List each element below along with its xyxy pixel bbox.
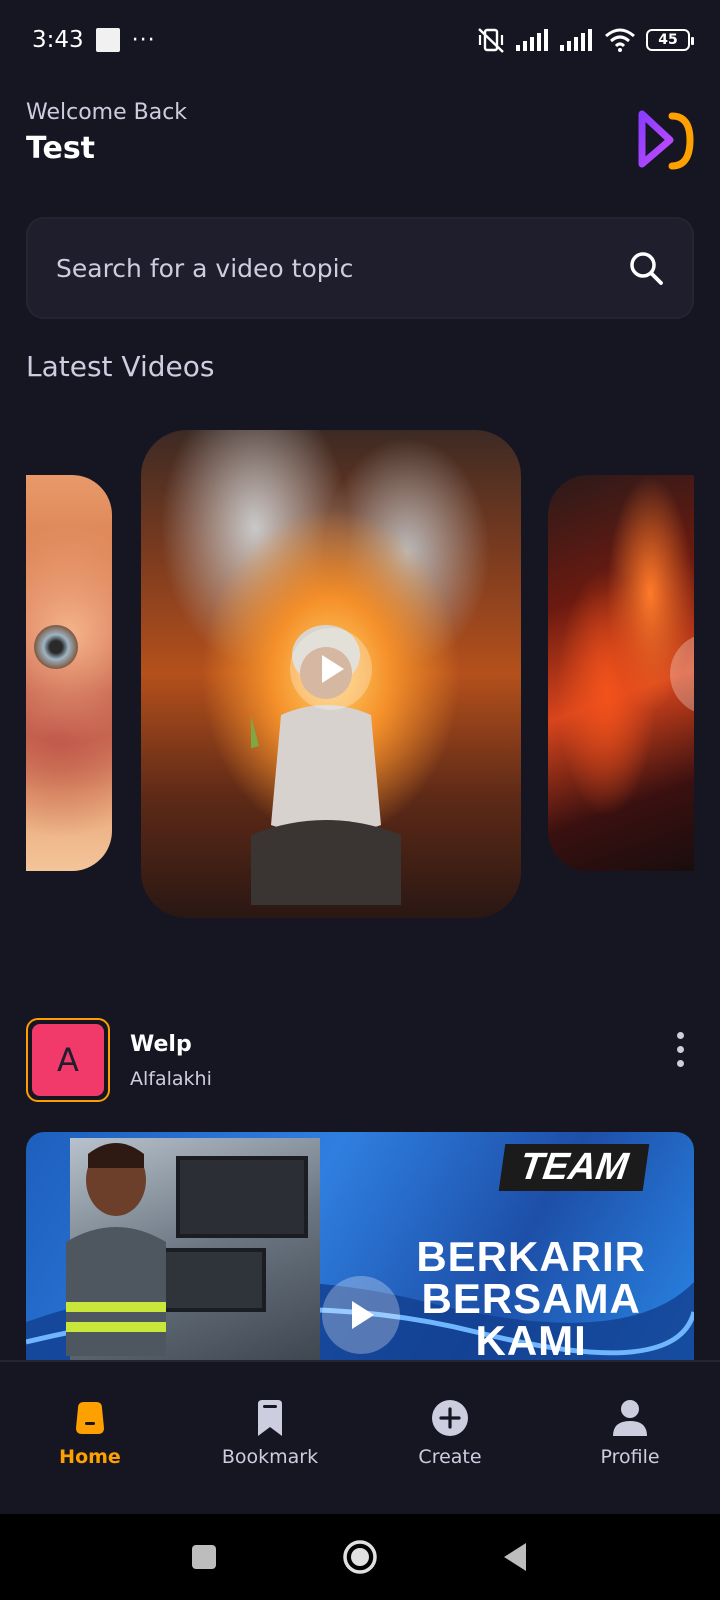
- latest-videos-title: Latest Videos: [26, 350, 215, 383]
- status-bar: 3:43 ··· 45: [0, 0, 720, 80]
- thumbnail-monitor: [176, 1156, 308, 1238]
- recents-icon[interactable]: [186, 1539, 222, 1575]
- status-time: 3:43: [32, 27, 84, 53]
- thumbnail-headline-line: BERKARIR: [416, 1233, 646, 1280]
- tab-create[interactable]: Create: [370, 1398, 530, 1468]
- play-icon: [352, 1301, 374, 1329]
- video-card-previous[interactable]: [26, 475, 112, 871]
- welcome-label: Welcome Back: [26, 100, 188, 125]
- play-icon: [692, 655, 694, 693]
- video-card-active[interactable]: [141, 430, 521, 918]
- video-thumbnail[interactable]: TEAM BERKARIR BERSAMA KAMI: [26, 1132, 694, 1362]
- status-left: 3:43 ···: [32, 27, 156, 53]
- notification-icon: [95, 28, 120, 52]
- play-button[interactable]: [322, 1276, 400, 1354]
- bottom-tab-bar: Home Bookmark Create Profile: [0, 1360, 720, 1514]
- video-author: Alfalakhi: [130, 1068, 212, 1090]
- tab-create-label: Create: [418, 1446, 482, 1468]
- bookmark-icon: [258, 1400, 282, 1436]
- system-navigation-bar: [0, 1514, 720, 1600]
- thumbnail-worker: [66, 1143, 166, 1356]
- thumbnail-headline-line: KAMI: [475, 1317, 587, 1362]
- header: Welcome Back Test: [26, 100, 694, 180]
- play-button[interactable]: [290, 628, 372, 710]
- app-logo-icon: [638, 110, 694, 170]
- more-notifications-icon: ···: [131, 27, 156, 53]
- thumbnail-headline-line: BERSAMA: [421, 1275, 641, 1322]
- tab-profile-label: Profile: [600, 1446, 660, 1468]
- battery-icon: 45: [646, 29, 694, 51]
- thumbnail-badge: TEAM: [499, 1144, 650, 1191]
- tab-home-label: Home: [59, 1446, 121, 1468]
- signal-icon: [516, 29, 548, 51]
- latest-videos-carousel[interactable]: [0, 430, 720, 920]
- tab-home[interactable]: Home: [10, 1398, 170, 1468]
- plus-circle-icon: [432, 1400, 468, 1436]
- user-name: Test: [26, 131, 96, 166]
- video-title: Welp: [130, 1032, 192, 1057]
- play-button[interactable]: [670, 633, 694, 715]
- search-bar: [26, 217, 694, 319]
- tab-bookmark[interactable]: Bookmark: [190, 1398, 350, 1468]
- home-icon: [76, 1402, 104, 1434]
- video-card-next[interactable]: [548, 475, 694, 871]
- search-icon[interactable]: [628, 250, 664, 286]
- search-input[interactable]: [56, 253, 628, 283]
- home-nav-icon[interactable]: [342, 1539, 378, 1575]
- thumbnail-monitor: [156, 1248, 266, 1312]
- more-options-icon[interactable]: [674, 1032, 686, 1070]
- thumbnail-art: [34, 625, 78, 669]
- vibrate-off-icon: [478, 28, 504, 53]
- avatar[interactable]: A: [26, 1018, 110, 1102]
- wifi-icon: [605, 28, 635, 52]
- thumbnail-headline: BERKARIR BERSAMA KAMI: [416, 1236, 646, 1362]
- profile-icon: [613, 1400, 647, 1436]
- play-icon: [322, 655, 344, 683]
- video-post-header: A Welp Alfalakhi: [26, 1018, 694, 1104]
- back-icon[interactable]: [498, 1539, 534, 1575]
- tab-profile[interactable]: Profile: [550, 1398, 710, 1468]
- avatar-letter: A: [32, 1024, 104, 1096]
- tab-bookmark-label: Bookmark: [221, 1446, 319, 1468]
- signal-icon-2: [560, 29, 592, 51]
- status-right: 45: [476, 26, 694, 54]
